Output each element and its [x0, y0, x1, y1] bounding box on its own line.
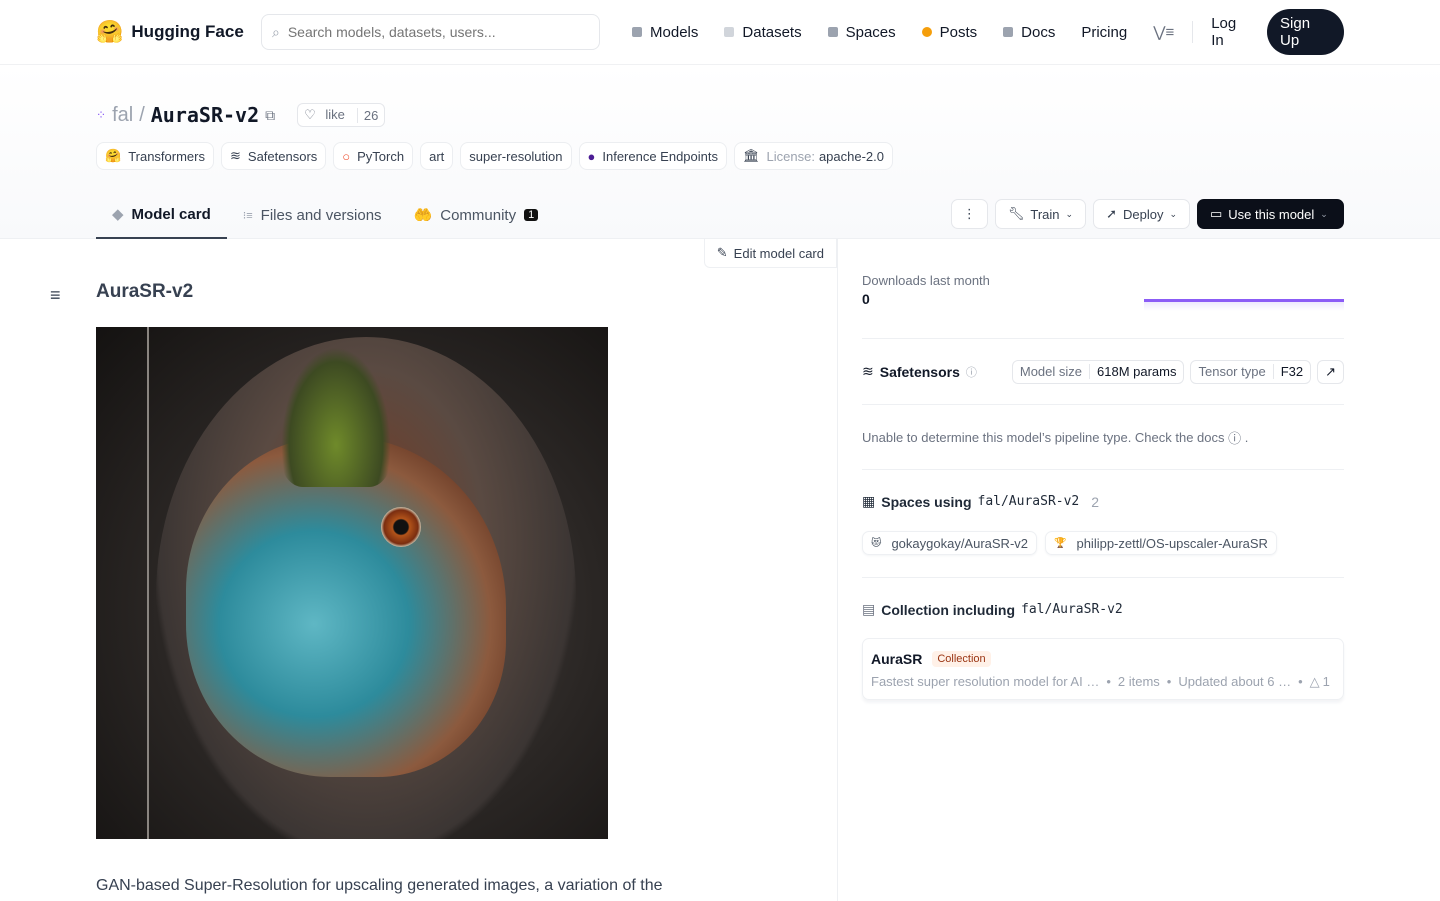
cube-icon	[632, 27, 643, 37]
nav-posts[interactable]: Posts	[921, 24, 977, 41]
pytorch-icon: ○	[342, 148, 351, 164]
pipeline-message: Unable to determine this model’s pipelin…	[862, 429, 1225, 445]
signup-button[interactable]: Sign Up	[1267, 9, 1344, 55]
tensor-type-pill: Tensor type F32	[1190, 359, 1312, 384]
layers-icon: ≋	[862, 363, 874, 379]
top-nav: 🤗Hugging Face ⌕ Models Datasets Spaces P…	[0, 0, 1440, 65]
upvote-icon: △	[1309, 674, 1320, 689]
toc-menu-icon[interactable]: ≡	[50, 285, 61, 306]
file-tree-icon: ⁝≡	[242, 209, 253, 222]
grid-icon	[827, 27, 838, 37]
chevron-down-icon: ⌄	[1169, 208, 1177, 219]
model-size-pill: Model size 618M params	[1011, 359, 1185, 384]
nav-spaces[interactable]: Spaces	[827, 24, 896, 41]
use-this-model-button[interactable]: ▭ Use this model ⌄	[1197, 199, 1344, 229]
tag-transformers[interactable]: 🤗 Transformers	[96, 142, 214, 170]
tag-safetensors[interactable]: ≋ Safetensors	[221, 142, 327, 170]
model-card: ✎ Edit model card ≡ AuraSR-v2 GAN-based S…	[0, 239, 838, 901]
tag-super-resolution[interactable]: super-resolution	[460, 142, 572, 170]
cat-emoji-icon: 😻	[871, 537, 882, 549]
more-menu-icon[interactable]: ⋁≡	[1153, 23, 1174, 41]
login-link[interactable]: Log In	[1211, 15, 1251, 49]
search-icon: ⌕	[271, 23, 280, 40]
info-icon[interactable]: ⓘ	[966, 364, 977, 380]
tab-community[interactable]: 🤲 Community 1	[398, 191, 555, 239]
bank-icon: 🏛	[743, 148, 760, 163]
search-input[interactable]	[287, 24, 578, 40]
repo-name[interactable]: AuraSR-v2	[151, 103, 259, 127]
kebab-icon: ⋮	[962, 206, 976, 221]
endpoints-icon: ●	[587, 148, 596, 164]
book-icon	[1003, 27, 1014, 37]
repo-header: ⁘ fal / AuraSR-v2 ⧉ ♡ like 26 🤗 Transformer…	[0, 65, 1440, 239]
chevron-down-icon: ⌄	[1065, 208, 1074, 219]
tab-model-card[interactable]: ◆ Model card	[96, 191, 227, 239]
chevron-down-icon: ⌄	[1320, 208, 1328, 219]
heart-icon: ♡ like	[304, 107, 345, 122]
collection-icon: ▤	[862, 601, 876, 617]
arrow-up-right-icon: ↗	[1325, 363, 1336, 379]
tag-license[interactable]: 🏛 License: apache-2.0	[734, 142, 893, 170]
hugging-face-emoji-icon: 🤗	[96, 19, 124, 44]
trophy-emoji-icon: 🏆	[1054, 537, 1067, 549]
space-link[interactable]: 🏆 philipp-zettl/OS-upscaler-AuraSR	[1045, 531, 1277, 555]
divider	[1192, 21, 1194, 43]
rocket-icon: ➚	[1106, 206, 1117, 221]
copy-icon[interactable]: ⧉	[265, 107, 275, 124]
model-card-image	[96, 327, 608, 839]
collection-card[interactable]: AuraSR Collection Fastest super resolutio…	[862, 638, 1344, 700]
brand-logo[interactable]: 🤗 Hugging Face	[96, 19, 261, 45]
spaces-icon: ▦	[862, 493, 876, 509]
layers-icon: ≋	[230, 148, 241, 163]
tag-art[interactable]: art	[420, 142, 454, 170]
slash: /	[139, 103, 145, 126]
nav-docs[interactable]: Docs	[1003, 24, 1055, 41]
card-description: GAN-based Super-Resolution for upscaling…	[96, 877, 663, 894]
collection-badge: Collection	[932, 651, 991, 667]
search-box[interactable]: ⌕	[260, 14, 601, 50]
space-link[interactable]: 😻 gokaygokay/AuraSR-v2	[862, 531, 1038, 555]
downloads-label: Downloads last month	[862, 273, 990, 288]
cube-icon: ◆	[112, 206, 124, 223]
hand-icon: 🤲	[413, 207, 433, 224]
tag-inference-endpoints[interactable]: ● Inference Endpoints	[578, 142, 727, 170]
wrench-icon: 🔧︎	[1007, 206, 1025, 221]
deploy-button[interactable]: ➚ Deploy ⌄	[1093, 199, 1190, 229]
nav-models[interactable]: Models	[632, 24, 698, 41]
nav-datasets[interactable]: Datasets	[724, 24, 802, 41]
edit-model-card-button[interactable]: ✎ Edit model card	[703, 239, 837, 268]
sidebar: Downloads last month 0 ≋ Safetensors ⓘ Mo…	[838, 239, 1440, 901]
community-count-badge: 1	[524, 209, 539, 221]
open-tensor-viewer-button[interactable]: ↗	[1317, 359, 1344, 384]
tag-pytorch[interactable]: ○ PyTorch	[333, 142, 414, 170]
tab-files[interactable]: ⁝≡ Files and versions	[227, 191, 398, 239]
like-button[interactable]: ♡ like 26	[297, 103, 386, 127]
train-button[interactable]: 🔧︎ Train ⌄	[994, 199, 1087, 229]
downloads-sparkline	[1144, 299, 1344, 311]
more-options-button[interactable]: ⋮	[950, 199, 988, 229]
repo-org[interactable]: fal	[112, 104, 133, 127]
like-count: 26	[356, 107, 384, 123]
info-icon[interactable]: ⓘ	[1228, 428, 1241, 447]
monitor-icon: ▭	[1210, 206, 1223, 221]
chat-bubble-icon	[921, 27, 932, 37]
safetensors-label: Safetensors	[879, 363, 960, 380]
database-icon	[724, 27, 735, 37]
pencil-icon: ✎	[716, 245, 728, 260]
org-avatar-icon: ⁘	[96, 108, 107, 122]
hugging-face-icon: 🤗	[105, 148, 122, 163]
nav-pricing[interactable]: Pricing	[1081, 24, 1127, 41]
